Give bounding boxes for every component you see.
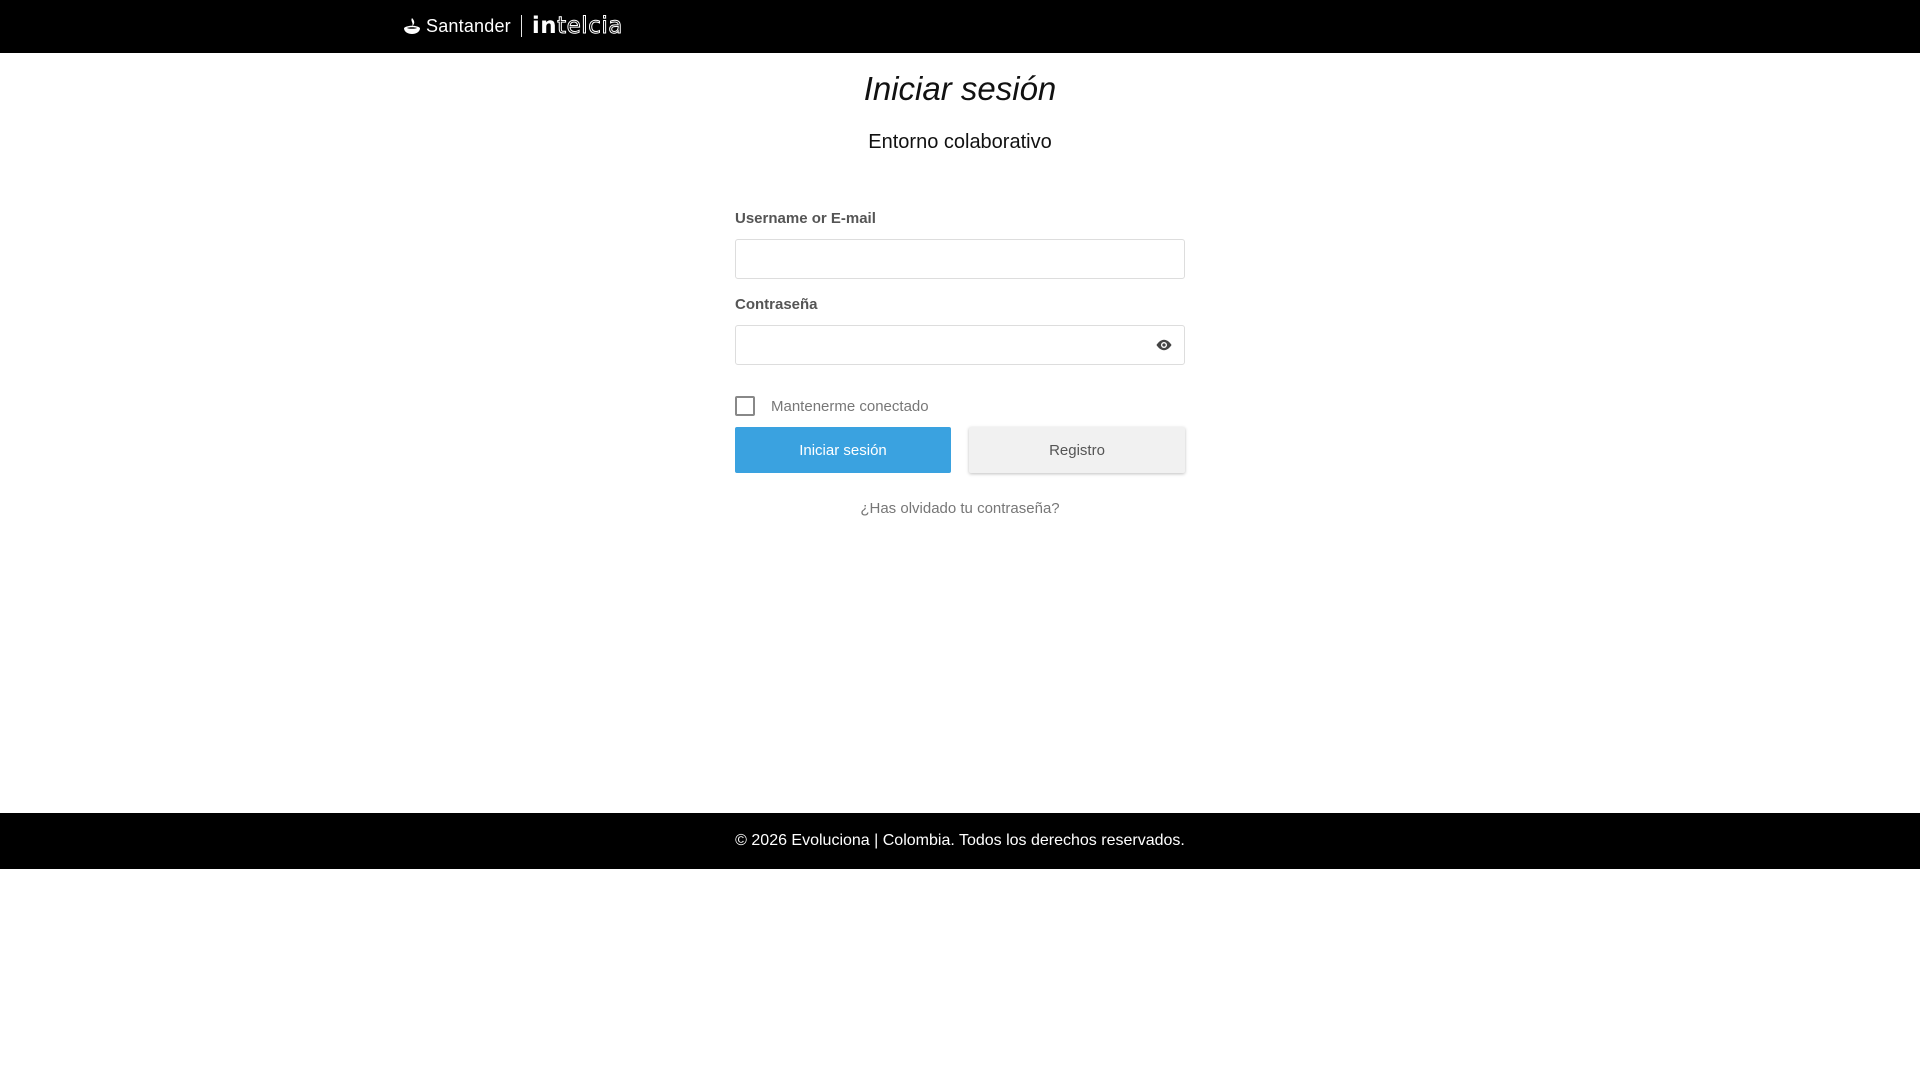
brand-intelcia-thin: telcia [557,13,623,40]
password-input[interactable] [736,326,1160,362]
remember-checkbox[interactable] [735,396,755,416]
santander-flame-icon [404,18,420,34]
password-field-wrapper [735,325,1185,365]
remember-label: Mantenerme conectado [771,397,929,415]
login-form: Username or E-mail Contraseña Mantenerme… [735,210,1185,517]
top-bar: Santander intelcia [0,0,1920,53]
brand-intelcia: intelcia [532,12,623,40]
login-button[interactable]: Iniciar sesión [735,427,951,473]
brand-intelcia-bold: in [531,13,558,39]
page-subtitle: Entorno colaborativo [868,131,1052,153]
footer: © 2026 Evoluciona | Colombia. Todos los … [0,813,1920,869]
forgot-password-link[interactable]: ¿Has olvidado tu contraseña? [735,500,1185,517]
brand-santander: Santander [426,15,511,36]
password-label: Contraseña [735,296,818,313]
page-title: Iniciar sesión [863,70,1057,107]
eye-icon[interactable] [1154,336,1174,354]
footer-text: © 2026 Evoluciona | Colombia. Todos los … [735,832,1185,849]
username-label: Username or E-mail [735,210,876,227]
username-input[interactable] [736,240,1160,276]
brand-divider [520,15,522,37]
username-field-wrapper [735,239,1185,279]
brand-logo[interactable]: Santander intelcia [402,12,623,40]
remember-me: Mantenerme conectado [735,396,929,416]
register-button[interactable]: Registro [969,427,1185,473]
